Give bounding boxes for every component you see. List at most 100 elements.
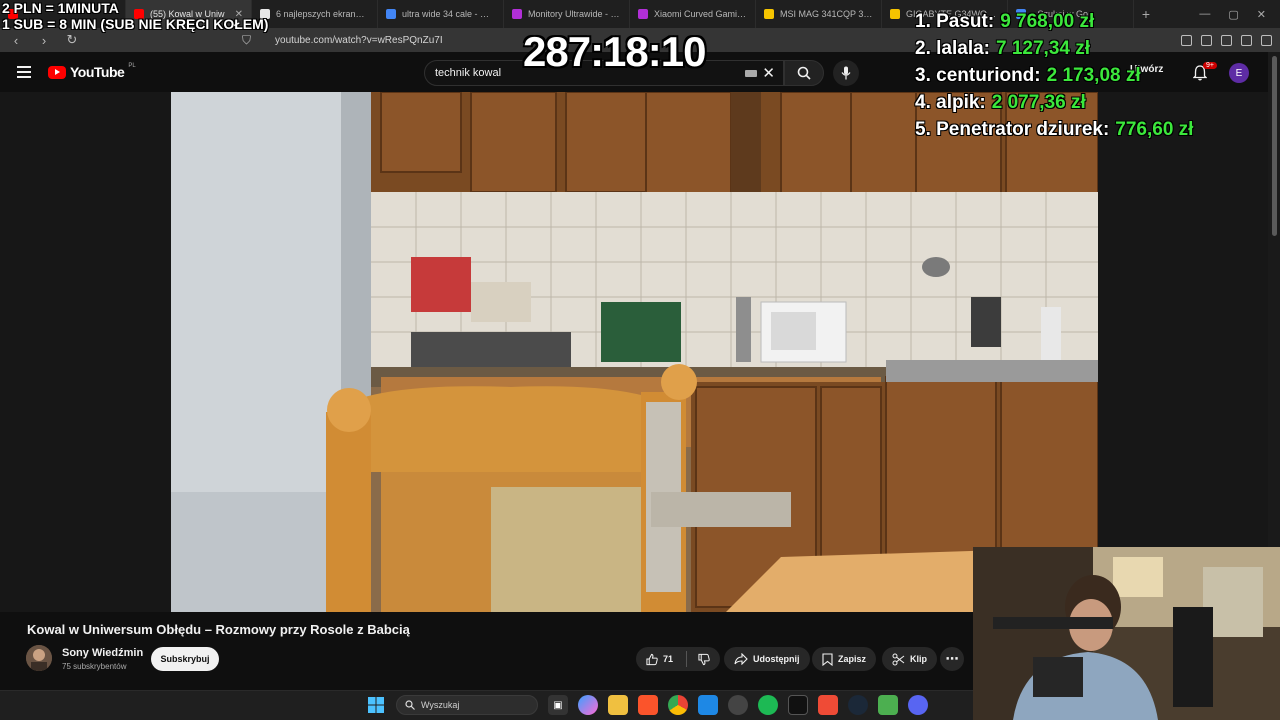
reload-icon[interactable]: ↻ [64,32,80,48]
bookmark-icon[interactable]: ⛉ [242,33,251,48]
task-view-icon[interactable]: ▣ [548,695,568,715]
youtube-wordmark: YouTube [70,64,125,80]
account-avatar[interactable]: E [1229,63,1249,83]
tab-favicon-icon [386,9,396,19]
subscribe-button[interactable]: Subskrybuj [151,647,219,671]
channel-subscriber-count: 75 subskrybentów [62,662,127,671]
like-count[interactable]: 71 [663,654,673,664]
leaderboard-amount: 9 768,00 zł [1000,11,1095,32]
extension-icon[interactable] [1261,34,1272,46]
leaderboard-amount: 776,60 zł [1115,119,1194,140]
scrollbar-thumb[interactable] [1272,56,1277,236]
extension-icons [1181,34,1272,46]
youtube-logo[interactable]: YouTube PL [48,63,136,80]
leaderboard-name: 4. alpik: [915,92,986,113]
tab-favicon-icon [512,9,522,19]
search-button[interactable] [784,60,824,86]
file-explorer-icon[interactable] [608,695,628,715]
app-icon[interactable] [728,695,748,715]
store-icon[interactable] [698,695,718,715]
like-divider [686,651,687,667]
extension-icon[interactable] [1221,34,1232,46]
clear-search-icon[interactable]: ✕ [762,64,775,82]
browser-tab[interactable]: MSI MAG 341CQP 34" QD [756,0,882,28]
clip-label: Klip [910,654,927,664]
leaderboard-amount: 7 127,34 zł [996,38,1091,59]
leaderboard-row: 1. Pasut: 9 768,00 zł [915,8,1193,35]
browser-tab[interactable]: Monitory Ultrawide - Ultra [504,0,630,28]
share-button[interactable]: Udostępnij [724,647,810,671]
steam-icon[interactable] [848,695,868,715]
microphone-icon [841,66,851,80]
spotify-icon[interactable] [758,695,778,715]
save-label: Zapisz [838,654,867,664]
tab-favicon-icon [638,9,648,19]
search-icon [405,700,415,710]
menu-icon[interactable] [17,66,31,81]
video-title: Kowal w Uniwersum Obłędu – Rozmowy przy … [27,622,410,637]
save-button[interactable]: Zapisz [812,647,877,671]
taskbar-search-field[interactable]: Wyszukaj [396,695,538,715]
maximize-icon[interactable]: ▢ [1228,8,1238,21]
video-player[interactable] [0,92,1268,612]
subathon-timer: 287:18:10 [523,28,706,75]
close-window-icon[interactable]: ✕ [1257,8,1266,21]
leaderboard-row: 4. alpik: 2 077,36 zł [915,89,1193,116]
like-dislike-group: 71 [636,647,720,671]
share-label: Udostępnij [753,654,800,664]
leaderboard-row: 5. Penetrator dziurek: 776,60 zł [915,116,1193,143]
media-app-icon[interactable] [788,695,808,715]
rule-line-2: 1 SUB = 8 MIN (SUB NIE KRĘCI KOŁEM) [2,16,269,32]
forward-icon[interactable]: › [36,33,52,48]
calculator-icon[interactable] [878,695,898,715]
leaderboard-amount: 2 173,08 zł [1046,65,1141,86]
more-actions-icon[interactable]: ⋯ [940,647,964,671]
share-icon [734,653,748,665]
leaderboard-row: 2. lalala: 7 127,34 zł [915,35,1193,62]
video-frame-kitchen-scene [171,92,1098,612]
search-icon [797,66,811,80]
scissors-icon [892,653,905,665]
tab-title: Xiaomi Curved Gaming M [654,9,747,19]
leaderboard-name: 5. Penetrator dziurek: [915,119,1110,140]
window-controls: — ▢ ✕ [1199,8,1280,21]
leaderboard-name: 3. centuriond: [915,65,1041,86]
windows-start-icon[interactable] [366,695,386,715]
channel-name[interactable]: Sony Wiedźmin [62,647,143,659]
browser-tab[interactable]: ultra wide 34 cale - Szukaj [378,0,504,28]
browser-tab[interactable]: Xiaomi Curved Gaming M [630,0,756,28]
like-icon[interactable] [646,653,658,666]
tab-favicon-icon [764,9,774,19]
taskbar-icons: Wyszukaj ▣ [366,695,928,715]
browser-tab[interactable]: 6 najlepszych ekranów do [252,0,378,28]
youtube-play-icon [48,65,66,79]
tab-favicon-icon [890,9,900,19]
clip-button[interactable]: Klip [882,647,937,671]
taskbar-search-placeholder: Wyszukaj [421,700,460,710]
streamer-webcam [973,547,1280,720]
brave-browser-icon[interactable] [638,695,658,715]
dislike-icon[interactable] [698,653,710,666]
tab-title: Monitory Ultrawide - Ultra [528,9,621,19]
stream-rules-overlay: 2 PLN = 1MINUTA 1 SUB = 8 MIN (SUB NIE K… [2,0,268,32]
search-input-value: technik kowal [435,67,502,79]
keyboard-icon[interactable] [745,70,757,77]
brave-icon[interactable] [818,695,838,715]
discord-icon[interactable] [908,695,928,715]
channel-avatar[interactable] [26,645,52,671]
copilot-icon[interactable] [578,695,598,715]
url-field[interactable]: youtube.com/watch?v=wResPQnZu7I [275,35,443,46]
rule-line-1: 2 PLN = 1MINUTA [2,0,119,16]
tab-title: MSI MAG 341CQP 34" QD [780,9,873,19]
minimize-icon[interactable]: — [1199,8,1210,21]
leaderboard-name: 1. Pasut: [915,11,995,32]
back-icon[interactable]: ‹ [8,33,24,48]
tab-title: 6 najlepszych ekranów do [276,9,369,19]
chrome-icon[interactable] [668,695,688,715]
bookmark-save-icon [822,652,833,666]
voice-search-button[interactable] [833,60,859,86]
leaderboard-amount: 2 077,36 zł [991,92,1086,113]
extension-icon[interactable] [1241,34,1252,46]
leaderboard-name: 2. lalala: [915,38,990,59]
extension-icon[interactable] [1201,34,1212,46]
